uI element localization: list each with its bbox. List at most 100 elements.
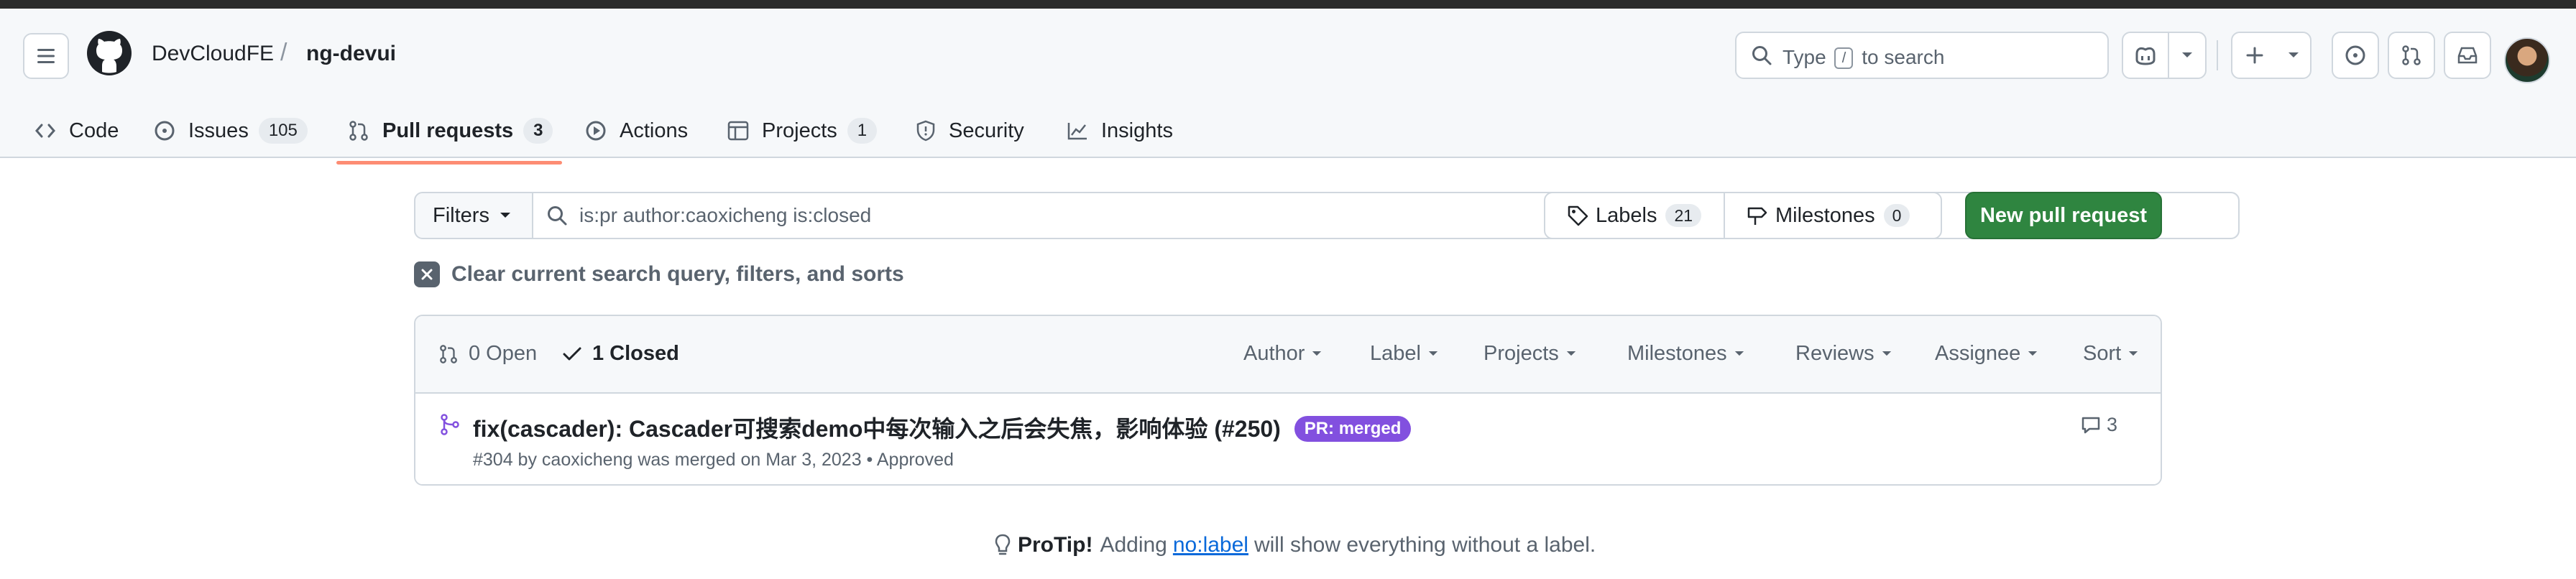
pull-request-icon [2402, 45, 2421, 65]
list-header: 0 Open 1 Closed Author Label Projects Mi… [415, 316, 2161, 394]
tab-projects[interactable]: Projects 1 [727, 108, 878, 154]
table-icon [727, 121, 749, 141]
pull-request-meta: #304 by caoxicheng was merged on Mar 3, … [473, 450, 954, 470]
chevron-down-icon [2028, 351, 2038, 356]
create-new-button[interactable] [2232, 33, 2277, 78]
copilot-button[interactable] [2123, 33, 2169, 78]
issue-icon [155, 121, 175, 141]
search-shortcut-key: / [1834, 47, 1854, 69]
menu-label: Label [1370, 342, 1421, 365]
milestone-icon [1747, 207, 1767, 225]
clear-filters-label: Clear current search query, filters, and… [451, 262, 904, 286]
copilot-icon [2135, 47, 2156, 65]
comments-link[interactable]: 3 [2081, 414, 2117, 436]
chevron-down-icon [1734, 351, 1744, 356]
create-dropdown[interactable] [2277, 33, 2310, 78]
author-filter-menu[interactable]: Author [1243, 342, 1322, 366]
labels-button[interactable]: Labels 21 [1545, 193, 1725, 238]
list-item[interactable]: fix(cascader): Cascader可搜索demo中每次输入之后会失焦… [415, 394, 2161, 484]
tag-icon [1568, 205, 1588, 226]
pull-request-icon [440, 344, 457, 363]
open-filter-link[interactable]: 0 Open [438, 342, 537, 366]
tab-label: Code [69, 119, 119, 142]
comment-count: 3 [2106, 414, 2117, 435]
pull-request-list: 0 Open 1 Closed Author Label Projects Mi… [414, 315, 2162, 486]
light-bulb-icon [995, 534, 1011, 555]
chevron-down-icon [1882, 351, 1891, 356]
issues-button[interactable] [2332, 32, 2379, 79]
tab-count: 105 [258, 118, 308, 144]
chevron-down-icon [2288, 52, 2299, 57]
milestones-count: 0 [1883, 204, 1910, 227]
tab-security[interactable]: Security [916, 108, 1024, 154]
pull-requests-button[interactable] [2388, 32, 2435, 79]
window-top-strip [0, 0, 2576, 9]
menu-label: Author [1243, 342, 1305, 365]
filter-search-input[interactable] [579, 193, 1442, 238]
inbox-icon [2457, 47, 2478, 64]
copilot-dropdown[interactable] [2169, 33, 2205, 78]
comment-icon [2082, 417, 2100, 433]
github-logo-icon[interactable] [86, 30, 132, 76]
protip-prefix: ProTip! [1018, 533, 1093, 557]
plus-icon [2246, 47, 2263, 64]
hamburger-icon [37, 49, 55, 63]
chevron-down-icon [1566, 351, 1576, 356]
closed-count-label: 1 Closed [592, 342, 679, 365]
tab-label: Security [949, 119, 1024, 142]
tab-label: Pull requests [382, 119, 514, 142]
new-pull-request-button[interactable]: New pull request [1965, 192, 2162, 239]
global-search-input[interactable]: Type / to search [1735, 32, 2109, 79]
check-icon [563, 347, 581, 360]
chevron-down-icon [500, 213, 510, 218]
merged-icon [441, 414, 459, 435]
header-divider [2217, 40, 2218, 70]
clear-filters-link[interactable]: Clear current search query, filters, and… [414, 261, 904, 287]
assignee-filter-menu[interactable]: Assignee [1935, 342, 2038, 366]
play-icon [586, 121, 606, 141]
menu-button[interactable] [23, 33, 69, 79]
tab-pull-requests[interactable]: Pull requests 3 [348, 108, 553, 154]
tab-count: 1 [847, 118, 878, 144]
search-prefix: Type [1782, 46, 1826, 68]
sort-menu[interactable]: Sort [2083, 342, 2138, 366]
chevron-down-icon [1312, 351, 1322, 356]
tab-actions[interactable]: Actions [585, 108, 688, 154]
issue-icon [2345, 45, 2365, 65]
closed-filter-link[interactable]: 1 Closed [562, 342, 679, 366]
tab-count: 3 [523, 118, 553, 144]
menu-label: Assignee [1935, 342, 2021, 365]
no-label-link[interactable]: no:label [1173, 533, 1248, 557]
repo-owner-link[interactable]: DevCloudFE [152, 42, 274, 66]
tab-label: Issues [188, 119, 249, 142]
search-suffix: to search [1862, 46, 1945, 68]
tab-label: Insights [1101, 119, 1173, 142]
protip: ProTip! Adding no:label will show everyt… [995, 533, 1596, 557]
milestones-filter-menu[interactable]: Milestones [1627, 342, 1744, 366]
active-tab-indicator [336, 161, 562, 165]
copilot-button-group [2122, 32, 2207, 79]
tab-insights[interactable]: Insights [1067, 108, 1173, 154]
reviews-filter-menu[interactable]: Reviews [1795, 342, 1892, 366]
menu-label: Milestones [1627, 342, 1727, 365]
repo-name-link[interactable]: ng-devui [306, 42, 396, 66]
search-icon [548, 206, 567, 226]
filters-dropdown-button[interactable]: Filters [415, 193, 533, 238]
pull-request-title-link[interactable]: fix(cascader): Cascader可搜索demo中每次输入之后会失焦… [473, 416, 1281, 442]
protip-before: Adding [1100, 533, 1167, 557]
label-filter-menu[interactable]: Label [1370, 342, 1438, 366]
create-button-group[interactable] [2231, 32, 2312, 79]
chevron-down-icon [1428, 351, 1438, 356]
merged-label-badge[interactable]: PR: merged [1294, 416, 1412, 442]
milestones-button[interactable]: Milestones 0 [1725, 193, 1910, 238]
tab-issues[interactable]: Issues 105 [154, 108, 308, 154]
menu-label: Projects [1484, 342, 1559, 365]
code-icon [35, 124, 55, 138]
projects-filter-menu[interactable]: Projects [1484, 342, 1576, 366]
inbox-button[interactable] [2444, 32, 2491, 79]
tab-label: Actions [620, 119, 689, 142]
chevron-down-icon [2182, 52, 2192, 57]
menu-label: Reviews [1795, 342, 1874, 365]
tab-code[interactable]: Code [34, 108, 119, 154]
user-avatar[interactable] [2504, 37, 2550, 83]
